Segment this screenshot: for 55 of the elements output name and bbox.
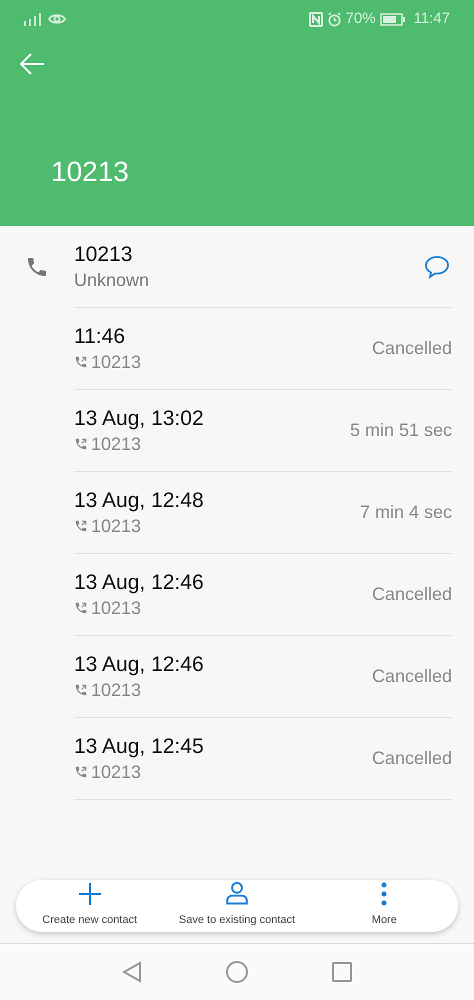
clock-time: 11:47 bbox=[414, 8, 450, 29]
call-result: Cancelled bbox=[372, 337, 452, 360]
outgoing-call-icon bbox=[74, 601, 88, 615]
message-icon bbox=[424, 254, 450, 278]
call-time: 13 Aug, 13:02 bbox=[74, 408, 204, 429]
alarm-icon bbox=[326, 12, 342, 26]
call-number: 10213 bbox=[91, 681, 142, 699]
nfc-icon bbox=[308, 12, 323, 26]
call-result: Cancelled bbox=[372, 747, 452, 770]
call-log-row[interactable]: 11:46 10213 Cancelled bbox=[74, 308, 452, 390]
call-time: 11:46 bbox=[74, 326, 126, 347]
outgoing-call-icon bbox=[74, 355, 88, 369]
contact-label: Unknown bbox=[74, 271, 150, 289]
person-icon bbox=[224, 880, 250, 906]
call-time: 13 Aug, 12:48 bbox=[74, 490, 204, 511]
call-log-row[interactable]: 13 Aug, 12:46 10213 Cancelled bbox=[74, 636, 452, 718]
back-arrow-icon bbox=[19, 53, 45, 75]
back-triangle-icon bbox=[122, 961, 142, 983]
call-number: 10213 bbox=[91, 435, 142, 453]
more-icon bbox=[381, 882, 388, 906]
signal-icon bbox=[24, 12, 44, 26]
home-circle-icon bbox=[226, 961, 248, 983]
call-result: Cancelled bbox=[372, 665, 452, 688]
call-number: 10213 bbox=[91, 517, 142, 535]
call-result: Cancelled bbox=[372, 583, 452, 606]
outgoing-call-icon bbox=[74, 519, 88, 533]
battery-percent: 70% bbox=[346, 8, 376, 29]
call-time: 13 Aug, 12:46 bbox=[74, 572, 204, 593]
call-result: 7 min 4 sec bbox=[360, 501, 452, 524]
call-log-row[interactable]: 13 Aug, 12:45 10213 Cancelled bbox=[74, 718, 452, 800]
call-time: 13 Aug, 12:46 bbox=[74, 654, 204, 675]
back-nav-button[interactable] bbox=[122, 961, 142, 983]
outgoing-call-icon bbox=[74, 437, 88, 451]
recents-button[interactable] bbox=[332, 962, 352, 982]
phone-icon bbox=[25, 255, 49, 279]
call-log-row[interactable]: 13 Aug, 12:46 10213 Cancelled bbox=[74, 554, 452, 636]
eye-icon bbox=[48, 12, 66, 26]
outgoing-call-icon bbox=[74, 683, 88, 697]
battery-icon bbox=[380, 12, 406, 26]
action-button[interactable]: More bbox=[310, 880, 458, 932]
action-button[interactable]: Create new contact bbox=[16, 880, 164, 932]
call-log-row[interactable]: 13 Aug, 12:48 10213 7 min 4 sec bbox=[74, 472, 452, 554]
recents-square-icon bbox=[332, 962, 352, 982]
call-number: 10213 bbox=[91, 599, 142, 617]
page-title: 10213 bbox=[51, 158, 129, 186]
home-button[interactable] bbox=[226, 961, 248, 983]
call-number: 10213 bbox=[91, 353, 142, 371]
call-number: 10213 bbox=[91, 763, 142, 781]
call-log-row[interactable]: 13 Aug, 13:02 10213 5 min 51 sec bbox=[74, 390, 452, 472]
call-result: 5 min 51 sec bbox=[350, 419, 452, 442]
call-time: 13 Aug, 12:45 bbox=[74, 736, 204, 757]
action-button[interactable]: Save to existing contact bbox=[163, 880, 311, 932]
outgoing-call-icon bbox=[74, 765, 88, 779]
contact-number: 10213 bbox=[74, 244, 134, 265]
plus-icon bbox=[78, 882, 102, 906]
